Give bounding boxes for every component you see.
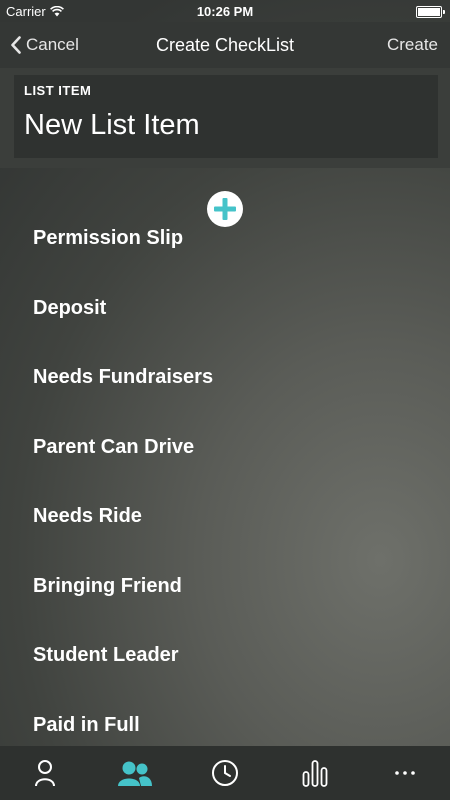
- create-button[interactable]: Create: [387, 35, 438, 55]
- tab-bar: [0, 746, 450, 800]
- more-icon: [395, 771, 415, 775]
- tab-groups[interactable]: [90, 746, 180, 800]
- status-bar: Carrier 10:26 PM: [0, 0, 450, 22]
- add-item-button[interactable]: [207, 191, 243, 227]
- tab-stats[interactable]: [270, 746, 360, 800]
- page-title: Create CheckList: [155, 35, 295, 55]
- clock-icon: [212, 760, 238, 786]
- list-item-label: LIST ITEM: [24, 83, 92, 98]
- checklist-item[interactable]: Needs Ride: [33, 505, 142, 528]
- checklist-item[interactable]: Paid in Full: [33, 714, 140, 737]
- checklist-item[interactable]: Bringing Friend: [33, 575, 182, 598]
- navigation-bar: Cancel Create CheckList Create: [0, 22, 450, 68]
- group-icon: [118, 761, 152, 786]
- battery-icon: [416, 6, 445, 18]
- checklist-item[interactable]: Student Leader: [33, 644, 179, 667]
- checklist-item[interactable]: Needs Fundraisers: [33, 366, 213, 389]
- checklist-item[interactable]: Deposit: [33, 297, 106, 320]
- chart-icon: [302, 760, 328, 787]
- checklist-item[interactable]: Permission Slip: [33, 227, 183, 250]
- tab-more[interactable]: [360, 746, 450, 800]
- tab-history[interactable]: [180, 746, 270, 800]
- list-item-field: LIST ITEM: [14, 75, 438, 158]
- person-icon: [35, 760, 55, 787]
- checklist-item[interactable]: Parent Can Drive: [33, 436, 194, 459]
- plus-icon: [214, 198, 236, 220]
- status-time: 10:26 PM: [196, 4, 254, 19]
- tab-profile[interactable]: [0, 746, 90, 800]
- list-item-input[interactable]: [24, 105, 424, 145]
